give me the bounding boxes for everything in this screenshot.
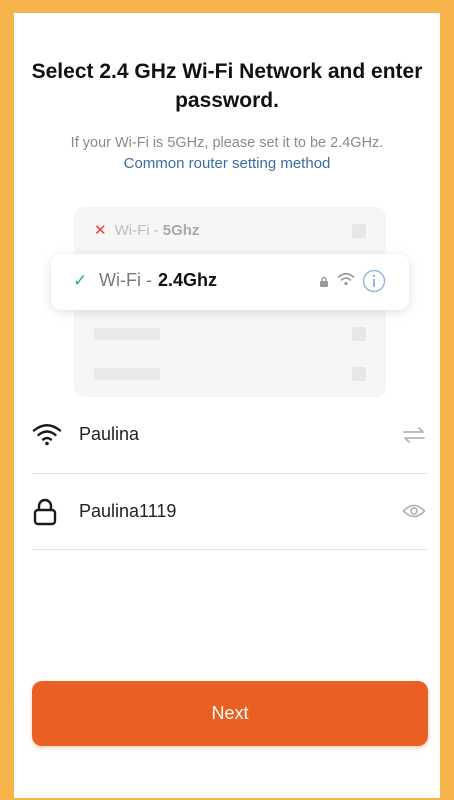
wifi-5ghz-prefix: Wi-Fi - — [114, 221, 159, 239]
router-setting-link[interactable]: Common router setting method — [24, 154, 430, 174]
placeholder-bar — [94, 368, 160, 380]
5ghz-hint: If your Wi-Fi is 5GHz, please set it to … — [70, 135, 384, 151]
wifi-24ghz-card: ✓ Wi-Fi -2.4Ghz — [51, 254, 409, 310]
wifi-password-input[interactable] — [79, 501, 359, 522]
wifi-24ghz-label: Wi-Fi -2.4Ghz — [99, 270, 217, 291]
wifi-password-row — [32, 474, 428, 550]
lock-icon — [319, 275, 329, 293]
eye-icon[interactable] — [402, 503, 426, 524]
check-icon: ✓ — [73, 271, 88, 290]
next-button[interactable]: Next — [32, 681, 428, 746]
placeholder-bar — [94, 328, 160, 340]
wifi-24ghz-band: 2.4Ghz — [157, 270, 218, 290]
wifi-icon — [32, 422, 62, 451]
cross-icon: ✕ — [94, 222, 107, 239]
page-title: Select 2.4 GHz Wi-Fi Network and enter p… — [31, 60, 423, 112]
switch-network-icon[interactable] — [402, 426, 426, 449]
placeholder-square — [352, 367, 366, 381]
wifi-ssid-row — [32, 398, 428, 474]
wifi-5ghz-band: 5Ghz — [162, 221, 200, 239]
placeholder-square — [352, 224, 366, 238]
wifi-24ghz-prefix: Wi-Fi - — [99, 270, 152, 290]
lock-icon — [32, 498, 58, 531]
app-screen: Select 2.4 GHz Wi-Fi Network and enter p… — [14, 13, 440, 798]
placeholder-square — [352, 327, 366, 341]
wifi-ssid-input[interactable] — [79, 424, 359, 445]
info-icon — [362, 269, 386, 298]
wifi-signal-icon — [337, 272, 355, 291]
wifi-5ghz-row: ✕ Wi-Fi - 5Ghz — [94, 220, 199, 240]
